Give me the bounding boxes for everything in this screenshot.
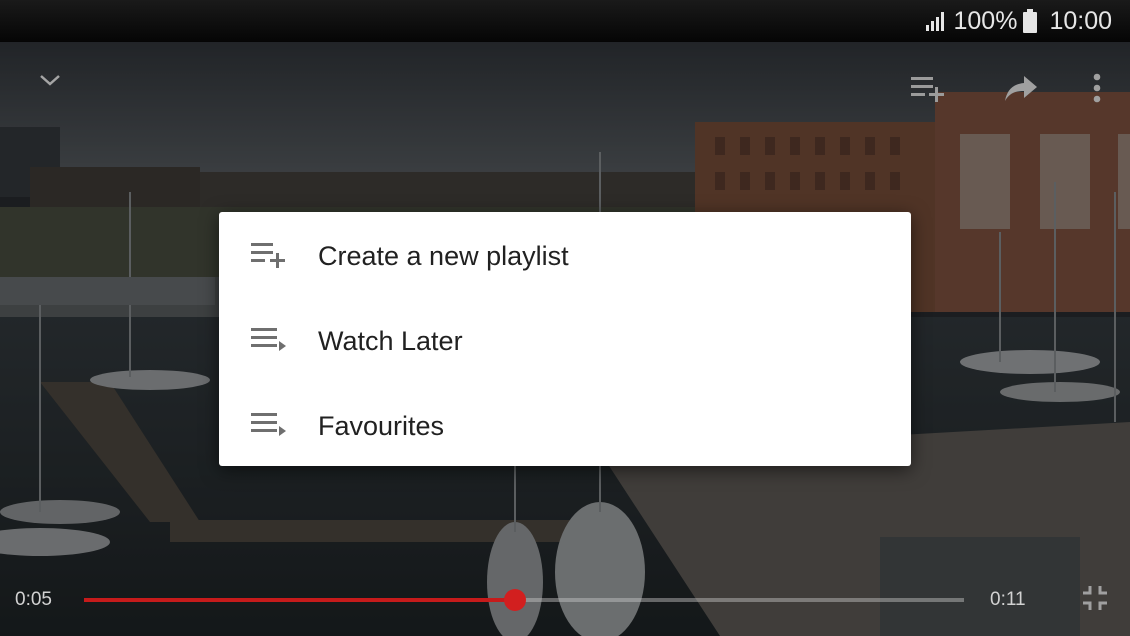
status-bar: 100% 10:00 (0, 0, 1130, 43)
add-to-playlist-icon (909, 74, 947, 107)
dialog-item-label: Create a new playlist (318, 241, 569, 271)
add-to-playlist-button[interactable] (905, 70, 951, 110)
create-new-playlist-item[interactable]: Create a new playlist (219, 212, 911, 297)
current-time: 0:05 (15, 589, 52, 610)
signal-icon (925, 11, 947, 31)
playlist-item-watch-later[interactable]: Watch Later (219, 297, 911, 382)
status-indicators: 100% 10:00 (925, 6, 1112, 36)
battery-icon (1023, 9, 1038, 33)
more-options-button[interactable] (1082, 68, 1112, 112)
total-time: 0:11 (990, 589, 1026, 610)
seek-bar-played (84, 598, 515, 602)
add-to-playlist-dialog: Create a new playlist Watch Later Favour… (219, 212, 911, 466)
playlist-add-icon (249, 240, 287, 270)
share-icon (1004, 74, 1038, 107)
playlist-play-icon (249, 410, 287, 440)
dialog-item-label: Watch Later (318, 326, 463, 356)
share-button[interactable] (998, 68, 1044, 112)
status-time: 10:00 (1049, 6, 1112, 35)
exit-fullscreen-button[interactable] (1077, 582, 1113, 618)
seek-thumb[interactable] (504, 589, 526, 611)
dialog-item-label: Favourites (318, 411, 445, 441)
minimize-player-button[interactable] (30, 62, 70, 102)
playlist-item-favourites[interactable]: Favourites (219, 382, 911, 467)
chevron-down-icon (38, 73, 62, 92)
battery-percent: 100% (953, 6, 1018, 35)
more-vert-icon (1093, 73, 1101, 108)
exit-fullscreen-icon (1081, 584, 1109, 617)
playlist-play-icon (249, 325, 287, 355)
